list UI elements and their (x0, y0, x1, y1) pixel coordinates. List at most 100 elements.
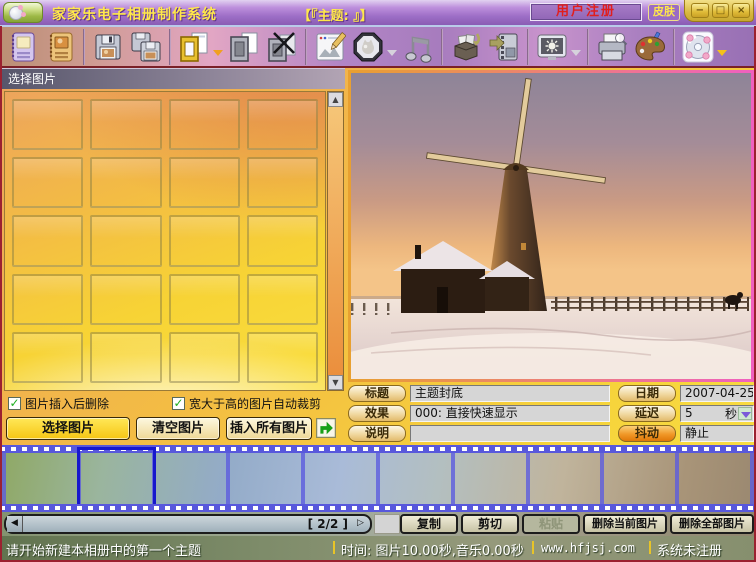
grid-cell[interactable] (247, 274, 318, 325)
grid-scrollbar[interactable]: ▲ ▼ (327, 91, 344, 391)
paste-button[interactable]: 粘贴 (522, 514, 580, 534)
filmstrip-slot[interactable] (156, 453, 231, 504)
delete-all-images-button[interactable]: 删除全部图片 (670, 514, 754, 534)
grid-cell[interactable] (247, 99, 318, 150)
cut-button[interactable]: 剪切 (461, 514, 519, 534)
select-images-button[interactable]: 选择图片 (6, 417, 130, 440)
filmstrip-sprocket-bottom (0, 504, 756, 512)
filmstrip-slot[interactable] (230, 453, 305, 504)
checkbox-checked-icon[interactable]: ✓ (172, 397, 185, 410)
checkbox-label: 宽大于高的图片自动裁剪 (189, 395, 321, 412)
copy-theme-icon[interactable] (227, 30, 261, 64)
toolbar-separator (305, 29, 307, 65)
maximize-button[interactable]: □ (712, 3, 730, 18)
clipboard-buttons: 复制 剪切 粘贴 删除当前图片 删除全部图片 (400, 514, 754, 534)
title-field-button[interactable]: 标题 (348, 385, 406, 402)
scroll-left-icon[interactable]: ◀ (7, 516, 23, 532)
new-theme-icon[interactable] (177, 30, 211, 64)
skin-button[interactable]: 皮肤 (648, 4, 680, 21)
photo-frame-dropdown-icon[interactable] (387, 50, 397, 56)
scroll-down-icon[interactable]: ▼ (328, 375, 343, 390)
import-video-icon[interactable] (487, 30, 521, 64)
checkbox-delete-after-insert[interactable]: ✓ 图片插入后删除 (8, 395, 109, 411)
filmstrip-slot[interactable] (2, 453, 81, 504)
grid-cell[interactable] (90, 215, 161, 266)
grid-cell[interactable] (12, 99, 83, 150)
grid-cell[interactable] (12, 157, 83, 208)
status-separator (333, 541, 335, 554)
filmstrip-slot[interactable] (679, 453, 754, 504)
new-album-icon[interactable] (5, 30, 39, 64)
grid-cell[interactable] (12, 332, 83, 383)
title-field-value[interactable]: 主题封底 (410, 385, 610, 402)
open-album-icon[interactable] (43, 30, 77, 64)
filmstrip-slots (2, 453, 754, 504)
status-bar: 请开始新建本相册中的第一个主题 时间: 图片10.00秒,音乐0.00秒 www… (0, 536, 756, 560)
grid-cell[interactable] (169, 157, 240, 208)
delay-value: 5 (685, 406, 693, 420)
grid-cell[interactable] (169, 274, 240, 325)
import-images-icon[interactable] (449, 30, 483, 64)
copy-button[interactable]: 复制 (400, 514, 458, 534)
description-field-button[interactable]: 说明 (348, 425, 406, 442)
grid-cell[interactable] (169, 332, 240, 383)
delay-field-value[interactable]: 5 秒 (680, 405, 754, 422)
shake-field-value[interactable]: 静止 (680, 425, 754, 442)
save-copies-icon[interactable] (129, 30, 163, 64)
insert-all-images-button[interactable]: 插入所有图片 (226, 417, 312, 440)
burn-cd-dropdown-icon[interactable] (717, 50, 727, 56)
grid-cell[interactable] (247, 215, 318, 266)
insert-shortcut-icon[interactable] (316, 418, 336, 438)
close-button[interactable]: × (732, 3, 750, 18)
delay-field-button[interactable]: 延迟 (618, 405, 676, 422)
date-field-button[interactable]: 日期 (618, 385, 676, 402)
checkbox-auto-crop[interactable]: ✓ 宽大于高的图片自动裁剪 (172, 395, 321, 411)
description-field-value[interactable] (410, 425, 610, 442)
grid-cell[interactable] (12, 215, 83, 266)
minimize-button[interactable]: − (691, 3, 709, 18)
delay-dropdown-icon[interactable] (738, 407, 752, 420)
print-preview-icon[interactable] (595, 30, 629, 64)
filmstrip-slot[interactable] (604, 453, 679, 504)
grid-cell[interactable] (90, 332, 161, 383)
grid-cell[interactable] (169, 215, 240, 266)
photo-frame-icon[interactable] (351, 30, 385, 64)
burn-cd-icon[interactable] (681, 30, 715, 64)
status-website: www.hfjsj.com (541, 541, 635, 555)
status-separator (532, 541, 534, 554)
delete-current-image-button[interactable]: 删除当前图片 (583, 514, 667, 534)
checkbox-checked-icon[interactable]: ✓ (8, 397, 21, 410)
grid-cell[interactable] (169, 99, 240, 150)
filmstrip-slot[interactable] (380, 453, 455, 504)
clear-images-button[interactable]: 清空图片 (136, 417, 220, 440)
grid-cell[interactable] (247, 157, 318, 208)
date-field-value[interactable]: 2007-04-25 (680, 385, 754, 402)
grid-cell[interactable] (90, 157, 161, 208)
grid-cell[interactable] (90, 274, 161, 325)
window-controls: − □ × (684, 0, 754, 22)
grid-cell[interactable] (247, 332, 318, 383)
delete-theme-icon[interactable] (265, 30, 299, 64)
shake-field-button[interactable]: 抖动 (618, 425, 676, 442)
grid-cell[interactable] (12, 274, 83, 325)
effect-field-value[interactable]: 000: 直接快速显示 (410, 405, 610, 422)
color-palette-icon[interactable] (633, 30, 667, 64)
save-album-icon[interactable] (91, 30, 125, 64)
grid-cell[interactable] (90, 99, 161, 150)
new-theme-dropdown-icon[interactable] (213, 50, 223, 56)
slideshow-dropdown-icon[interactable] (571, 50, 581, 56)
scroll-up-icon[interactable]: ▲ (328, 92, 343, 107)
filmstrip-slot[interactable] (305, 453, 380, 504)
theme-preview-frame[interactable] (348, 70, 754, 382)
edit-text-icon[interactable] (313, 30, 347, 64)
effect-field-button[interactable]: 效果 (348, 405, 406, 422)
slideshow-icon[interactable] (535, 30, 569, 64)
filmstrip-slot-selected[interactable] (81, 453, 156, 504)
user-register-button[interactable]: 用户注册 (530, 3, 642, 21)
filmstrip-slot[interactable] (455, 453, 530, 504)
scroll-right-icon[interactable]: ▷ (353, 516, 368, 532)
toolbar-separator (83, 29, 85, 65)
music-icon[interactable] (401, 30, 435, 64)
filmstrip-slot[interactable] (530, 453, 605, 504)
theme-scrollbar[interactable]: ◀ [ 2/2 ] ▷ (4, 514, 372, 534)
